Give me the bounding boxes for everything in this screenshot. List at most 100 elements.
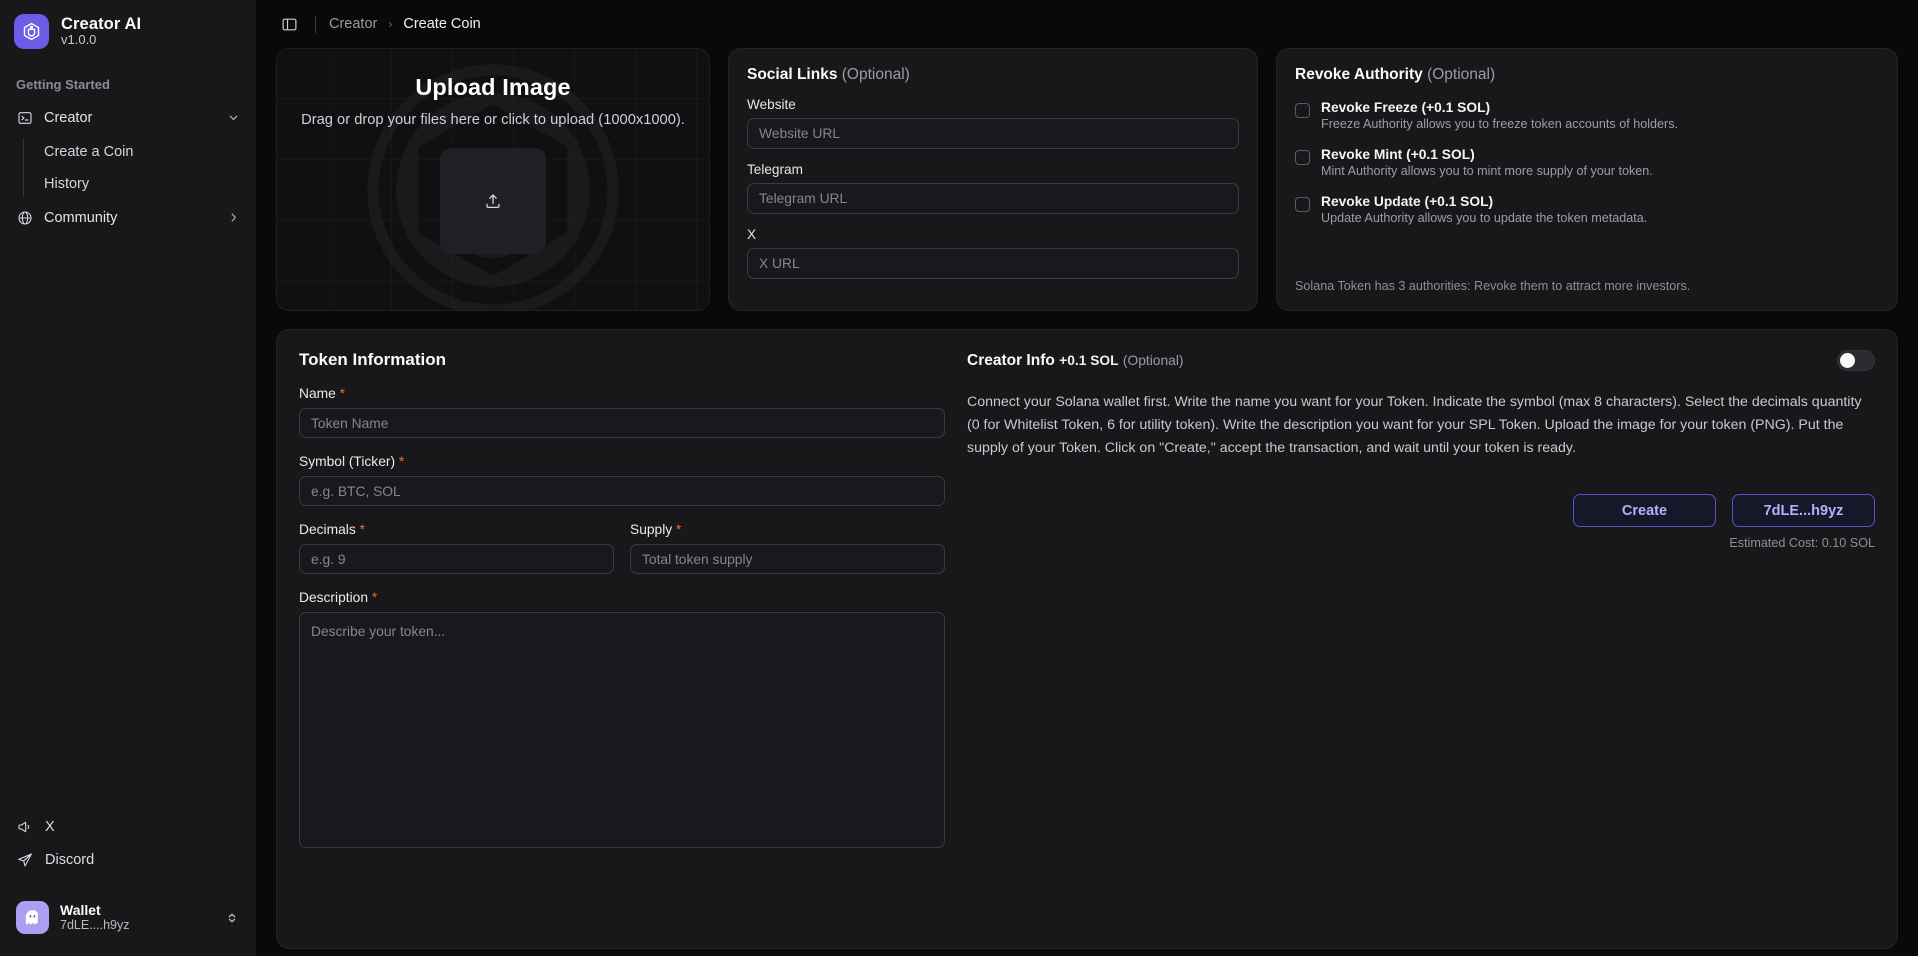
revoke-update-option[interactable]: Revoke Update (+0.1 SOL) Update Authorit…: [1295, 194, 1879, 225]
upload-arrow-icon: [484, 192, 502, 210]
sidebar-link-x-label: X: [45, 819, 55, 835]
revoke-update-label: Revoke Update (+0.1 SOL): [1321, 194, 1647, 209]
upload-title: Upload Image: [415, 74, 570, 101]
chevron-down-icon[interactable]: [226, 111, 240, 125]
page-content: Upload Image Drag or drop your files her…: [256, 48, 1918, 956]
upload-image-dropzone[interactable]: Upload Image Drag or drop your files her…: [276, 48, 710, 311]
revoke-mint-checkbox[interactable]: [1295, 150, 1310, 165]
description-required: *: [372, 590, 377, 605]
revoke-authority-card: Revoke Authority (Optional) Revoke Freez…: [1276, 48, 1898, 311]
decimals-supply-row: Decimals * Supply *: [299, 506, 945, 574]
revoke-options-list: Revoke Freeze (+0.1 SOL) Freeze Authorit…: [1295, 100, 1879, 225]
upload-subtitle: Drag or drop your files here or click to…: [301, 112, 685, 128]
revoke-update-description: Update Authority allows you to update th…: [1321, 211, 1647, 225]
nav-section-label: Getting Started: [0, 71, 256, 100]
sidebar-item-creator-label: Creator: [44, 110, 215, 126]
supply-label-text: Supply: [630, 522, 672, 537]
sidebar-item-creator[interactable]: Creator: [8, 101, 248, 134]
sidebar-item-create-a-coin[interactable]: Create a Coin: [34, 136, 248, 167]
social-links-optional: (Optional): [842, 66, 910, 83]
breadcrumb-parent[interactable]: Creator: [329, 16, 377, 32]
creator-info-toggle[interactable]: [1837, 350, 1875, 371]
sidebar-item-create-a-coin-label: Create a Coin: [44, 144, 133, 160]
wallet-address-button[interactable]: 7dLE...h9yz: [1732, 494, 1875, 527]
revoke-freeze-option[interactable]: Revoke Freeze (+0.1 SOL) Freeze Authorit…: [1295, 100, 1879, 131]
wallet-name: Wallet: [60, 902, 213, 919]
sidebar-subnav-creator: Create a Coin History: [0, 136, 256, 199]
chevron-up-down-icon[interactable]: [224, 910, 240, 926]
sidebar-toggle-icon[interactable]: [276, 11, 302, 37]
sidebar: Creator AI v1.0.0 Getting Started Creato…: [0, 0, 256, 956]
token-symbol-label-text: Symbol (Ticker): [299, 454, 395, 469]
telegram-label: Telegram: [747, 162, 1239, 177]
social-links-title-text: Social Links: [747, 66, 837, 83]
revoke-footnote: Solana Token has 3 authorities: Revoke t…: [1295, 279, 1879, 293]
revoke-update-checkbox[interactable]: [1295, 197, 1310, 212]
sidebar-link-discord-label: Discord: [45, 852, 94, 868]
paper-plane-icon: [16, 851, 33, 868]
token-symbol-input[interactable]: [299, 476, 945, 506]
supply-required: *: [676, 522, 681, 537]
x-url-input[interactable]: [747, 248, 1239, 279]
terminal-icon: [16, 109, 33, 126]
creator-info-description: Connect your Solana wallet first. Write …: [967, 391, 1875, 460]
decimals-input[interactable]: [299, 544, 614, 574]
token-symbol-label: Symbol (Ticker) *: [299, 454, 945, 469]
description-label: Description *: [299, 590, 945, 605]
token-name-input[interactable]: [299, 408, 945, 438]
token-name-label: Name *: [299, 386, 945, 401]
sidebar-item-history[interactable]: History: [34, 168, 248, 199]
decimals-label-text: Decimals: [299, 522, 356, 537]
token-information-title: Token Information: [299, 350, 945, 370]
revoke-freeze-checkbox[interactable]: [1295, 103, 1310, 118]
creator-info-title: Creator Info +0.1 SOL (Optional): [967, 352, 1183, 370]
token-information-section: Token Information Name * Symbol (Ticker)…: [299, 350, 945, 948]
top-cards-row: Upload Image Drag or drop your files her…: [276, 48, 1898, 311]
breadcrumb: Creator › Create Coin: [329, 16, 481, 32]
creator-info-optional: (Optional): [1123, 353, 1184, 368]
decimals-field-group: Decimals *: [299, 506, 614, 574]
estimated-cost: Estimated Cost: 0.10 SOL: [967, 536, 1875, 550]
telegram-input[interactable]: [747, 183, 1239, 214]
creator-info-header: Creator Info +0.1 SOL (Optional): [967, 350, 1875, 371]
create-button[interactable]: Create: [1573, 494, 1716, 527]
sidebar-item-community[interactable]: Community: [8, 201, 248, 234]
chevron-right-icon[interactable]: [226, 211, 240, 225]
revoke-mint-description: Mint Authority allows you to mint more s…: [1321, 164, 1653, 178]
sidebar-item-history-label: History: [44, 176, 89, 192]
revoke-freeze-label: Revoke Freeze (+0.1 SOL): [1321, 100, 1678, 115]
brand-header[interactable]: Creator AI v1.0.0: [0, 0, 256, 49]
sidebar-spacer: [0, 235, 256, 809]
x-label: X: [747, 227, 1239, 242]
sidebar-social-links: X Discord: [0, 809, 256, 885]
app-logo: [14, 14, 49, 49]
token-name-label-text: Name: [299, 386, 336, 401]
supply-input[interactable]: [630, 544, 945, 574]
topbar: Creator › Create Coin: [256, 0, 1918, 48]
website-label: Website: [747, 97, 1239, 112]
sidebar-link-discord[interactable]: Discord: [8, 844, 248, 875]
megaphone-icon: [16, 818, 33, 835]
globe-icon: [16, 209, 33, 226]
wallet-selector[interactable]: Wallet 7dLE....h9yz: [8, 893, 248, 942]
revoke-authority-optional: (Optional): [1427, 66, 1495, 83]
decimals-label: Decimals *: [299, 522, 614, 537]
app-version: v1.0.0: [61, 33, 141, 48]
revoke-authority-title-text: Revoke Authority: [1295, 66, 1423, 83]
social-links-card: Social Links (Optional) Website Telegram…: [728, 48, 1258, 311]
main-content: Creator › Create Coin Upload Image Dra: [256, 0, 1918, 956]
description-textarea[interactable]: [299, 612, 945, 848]
revoke-authority-title: Revoke Authority (Optional): [1295, 66, 1879, 84]
app-name: Creator AI: [61, 15, 141, 33]
supply-field-group: Supply *: [630, 506, 945, 574]
breadcrumb-separator-icon: ›: [388, 17, 392, 31]
token-form-card: Token Information Name * Symbol (Ticker)…: [276, 329, 1898, 949]
bottom-card-row: Token Information Name * Symbol (Ticker)…: [276, 329, 1898, 949]
creator-info-price: +0.1 SOL: [1059, 353, 1118, 368]
description-label-text: Description: [299, 590, 368, 605]
sidebar-link-x[interactable]: X: [8, 811, 248, 842]
upload-dropzone-square[interactable]: [440, 148, 546, 254]
website-input[interactable]: [747, 118, 1239, 149]
revoke-mint-option[interactable]: Revoke Mint (+0.1 SOL) Mint Authority al…: [1295, 147, 1879, 178]
phantom-ghost-icon: [16, 901, 49, 934]
